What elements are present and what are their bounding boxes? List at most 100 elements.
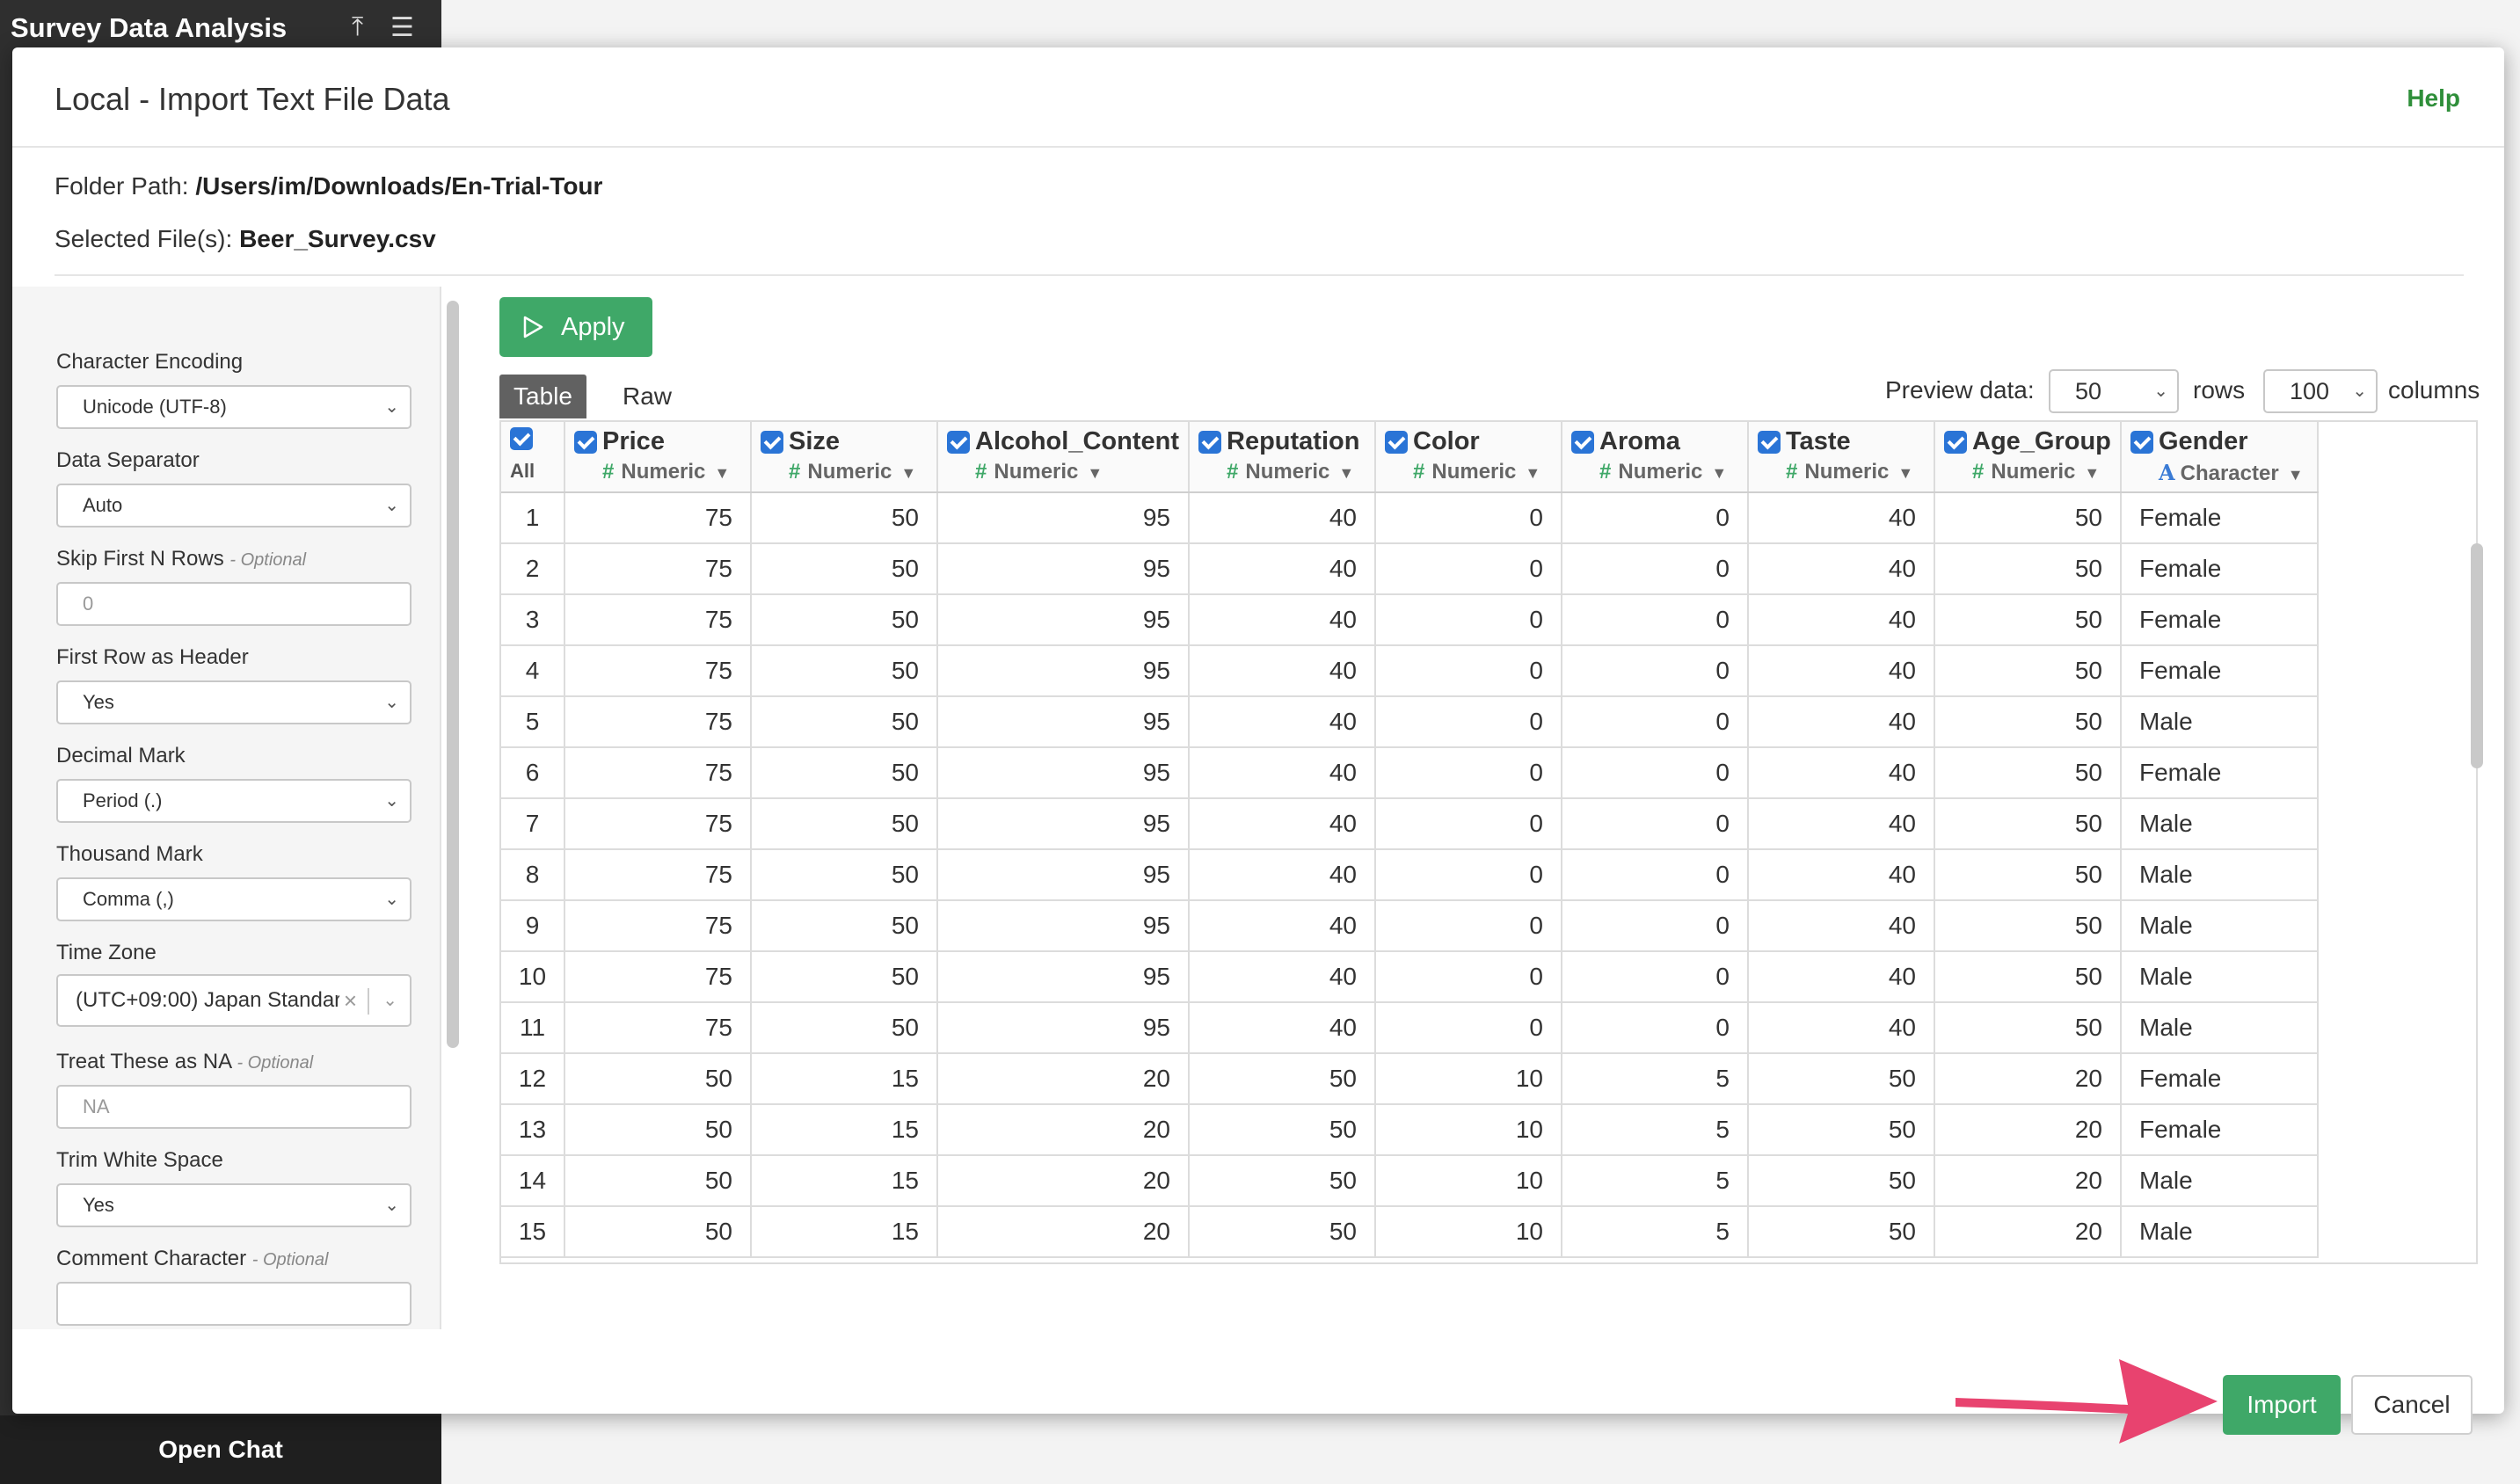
caret-down-icon: ▼ (2287, 466, 2304, 484)
preview-rows-value: 50 (2075, 378, 2102, 404)
apply-label: Apply (561, 313, 625, 341)
na-input[interactable]: NA (56, 1085, 412, 1129)
table-cell: 40 (1189, 594, 1376, 646)
table-cell: 40 (1748, 798, 1935, 850)
table-cell: 95 (937, 492, 1190, 544)
table-cell: 15 (751, 1053, 938, 1105)
caret-down-icon: ▼ (1897, 464, 1914, 482)
optional-tag: - Optional (251, 1250, 329, 1269)
trim-select[interactable]: Yes ⌄ (56, 1183, 412, 1227)
decimal-select[interactable]: Period (.) ⌄ (56, 779, 412, 823)
table-cell: 95 (937, 696, 1190, 748)
column-type-dropdown[interactable]: # Numeric ▼ (947, 460, 1181, 484)
column-type-dropdown[interactable]: # Numeric ▼ (761, 460, 929, 484)
folder-path-label: Folder Path: (55, 172, 189, 200)
grid-scrollbar[interactable] (2471, 543, 2483, 768)
checkbox-icon[interactable] (761, 430, 783, 454)
comment-input[interactable] (56, 1282, 412, 1326)
tab-table[interactable]: Table (499, 375, 586, 418)
timezone-label: Time Zone (56, 941, 157, 964)
preview-cols-select[interactable]: 100 ⌄ (2263, 369, 2378, 413)
comment-label-text: Comment Character (56, 1247, 247, 1270)
cancel-button[interactable]: Cancel (2351, 1375, 2473, 1435)
column-type-dropdown[interactable]: # Numeric ▼ (574, 460, 743, 484)
header-select[interactable]: Yes ⌄ (56, 680, 412, 724)
numeric-type-icon: # (602, 460, 615, 484)
row-number: 12 (501, 1053, 565, 1105)
menu-icon[interactable]: ☰ (390, 12, 414, 43)
column-type-dropdown[interactable]: # Numeric ▼ (1385, 460, 1554, 484)
table-cell: Female (2121, 747, 2319, 799)
apply-button[interactable]: Apply (499, 297, 652, 357)
settings-scrollbar[interactable] (447, 301, 459, 1048)
column-header[interactable]: Alcohol_Content # Numeric ▼ (937, 422, 1190, 493)
help-link[interactable]: Help (2407, 84, 2460, 113)
row-number: 14 (501, 1155, 565, 1207)
column-header[interactable]: Reputation # Numeric ▼ (1189, 422, 1376, 493)
table-row: 1 75 50 95 40 0 0 40 50 Female (501, 492, 2319, 544)
column-header-title: Aroma (1571, 427, 1740, 456)
column-header[interactable]: Gender A Character ▼ (2121, 422, 2319, 493)
checkbox-icon[interactable] (947, 430, 970, 454)
open-chat-button[interactable]: Open Chat (0, 1415, 441, 1484)
row-number: 6 (501, 747, 565, 799)
na-label: Treat These as NA - Optional (56, 1050, 313, 1074)
checkbox-icon[interactable] (1944, 430, 1967, 454)
encoding-select[interactable]: Unicode (UTF-8) ⌄ (56, 385, 412, 429)
column-type-dropdown[interactable]: # Numeric ▼ (1944, 460, 2113, 484)
table-cell: 50 (751, 849, 938, 901)
column-header[interactable]: Aroma # Numeric ▼ (1562, 422, 1749, 493)
checkbox-icon[interactable] (510, 427, 533, 450)
column-header[interactable]: Size # Numeric ▼ (751, 422, 938, 493)
table-cell: 5 (1562, 1206, 1749, 1258)
table-cell: 40 (1748, 594, 1935, 646)
column-type: Numeric (1804, 460, 1890, 484)
checkbox-icon[interactable] (2130, 430, 2153, 454)
select-all-label: All (510, 460, 535, 482)
table-cell: 40 (1189, 798, 1376, 850)
select-all-column[interactable]: All (501, 422, 565, 493)
table-cell: 0 (1562, 951, 1749, 1003)
table-cell: Male (2121, 900, 2319, 952)
column-type-dropdown[interactable]: # Numeric ▼ (1571, 460, 1740, 484)
checkbox-icon[interactable] (1198, 430, 1221, 454)
checkbox-icon[interactable] (574, 430, 597, 454)
checkbox-icon[interactable] (1571, 430, 1594, 454)
timezone-select[interactable]: (UTC+09:00) Japan Standard Time × ⌄ (56, 974, 412, 1027)
caret-down-icon: ▼ (1525, 464, 1541, 482)
table-cell: 40 (1748, 951, 1935, 1003)
clear-icon[interactable]: × (344, 976, 357, 1025)
table-cell: 50 (1748, 1053, 1935, 1105)
chevron-down-icon[interactable]: ⌄ (382, 976, 397, 1025)
column-type-dropdown[interactable]: A Character ▼ (2130, 460, 2310, 486)
skip-rows-label-text: Skip First N Rows (56, 547, 224, 571)
chevron-down-icon: ⌄ (2352, 382, 2367, 401)
comment-label: Comment Character - Optional (56, 1247, 328, 1271)
dialog-title: Local - Import Text File Data (55, 81, 450, 117)
table-cell: 10 (1375, 1053, 1562, 1105)
column-header[interactable]: Age_Group # Numeric ▼ (1934, 422, 2122, 493)
column-name: Color (1413, 427, 1480, 455)
column-type-dropdown[interactable]: # Numeric ▼ (1198, 460, 1367, 484)
table-cell: 40 (1748, 492, 1935, 544)
upload-icon[interactable]: ⤒ (352, 12, 363, 42)
column-name: Alcohol_Content (975, 427, 1179, 455)
tab-raw[interactable]: Raw (608, 375, 686, 418)
table-cell: 20 (937, 1104, 1190, 1156)
table-cell: 20 (1934, 1053, 2122, 1105)
thousand-select[interactable]: Comma (,) ⌄ (56, 877, 412, 921)
skip-rows-input[interactable]: 0 (56, 582, 412, 626)
table-cell: 0 (1562, 696, 1749, 748)
column-type-dropdown[interactable]: # Numeric ▼ (1758, 460, 1926, 484)
preview-rows-select[interactable]: 50 ⌄ (2049, 369, 2179, 413)
separator-select[interactable]: Auto ⌄ (56, 484, 412, 527)
column-header[interactable]: Price # Numeric ▼ (564, 422, 752, 493)
checkbox-icon[interactable] (1385, 430, 1408, 454)
table-cell: 0 (1375, 696, 1562, 748)
column-header-title: Gender (2130, 427, 2310, 456)
column-header[interactable]: Taste # Numeric ▼ (1748, 422, 1935, 493)
checkbox-icon[interactable] (1758, 430, 1781, 454)
column-header[interactable]: Color # Numeric ▼ (1375, 422, 1562, 493)
import-button[interactable]: Import (2223, 1375, 2341, 1435)
table-row: 3 75 50 95 40 0 0 40 50 Female (501, 594, 2319, 646)
